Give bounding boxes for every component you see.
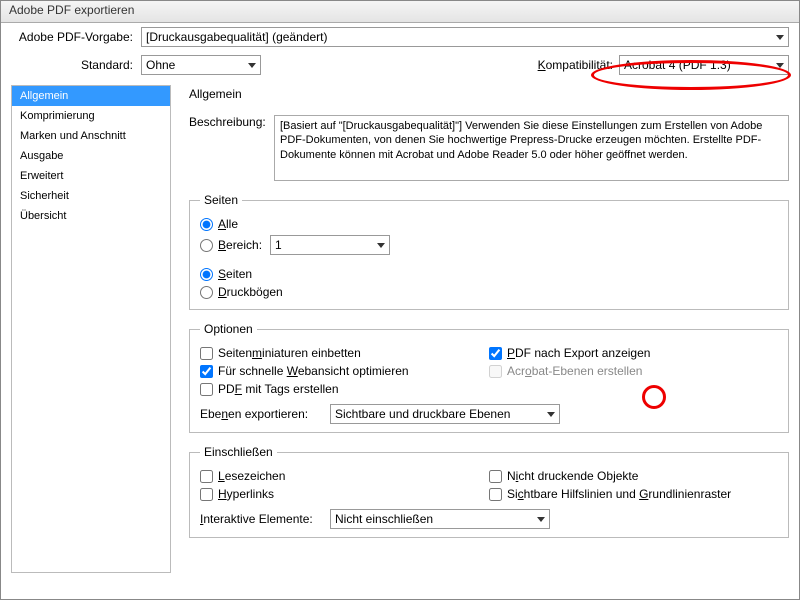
range-combo[interactable]: 1 [270,235,390,255]
chk-acro-layers [489,365,502,378]
compat-label: Kompatibilität: [538,58,619,72]
radio-pages[interactable] [200,268,213,281]
main-panel: Allgemein Beschreibung: [Basiert auf "[D… [171,85,789,573]
chk-nonprint[interactable] [489,470,502,483]
range-value: 1 [275,238,282,252]
preset-combo[interactable]: [Druckausgabequalität] (geändert) [141,27,789,47]
options-legend: Optionen [200,322,257,336]
preset-value: [Druckausgabequalität] (geändert) [146,30,327,44]
description-text[interactable]: [Basiert auf "[Druckausgabequalität]"] V… [274,115,789,181]
sidebar-item-allgemein[interactable]: Allgemein [12,86,170,106]
interactive-combo[interactable]: Nicht einschließen [330,509,550,529]
chevron-down-icon [377,243,385,248]
chevron-down-icon [248,63,256,68]
standard-value: Ohne [146,58,175,72]
preset-label: Adobe PDF-Vorgabe: [11,30,141,44]
layers-export-label: Ebenen exportieren: [200,407,330,421]
sidebar-item-komprimierung[interactable]: Komprimierung [12,106,170,126]
radio-pages-label[interactable]: Seiten [218,267,252,281]
chevron-down-icon [547,412,555,417]
compat-value: Acrobat 4 (PDF 1.3) [624,58,731,72]
chk-thumbs-label[interactable]: Seitenminiaturen einbetten [218,346,361,360]
sidebar-item-marken[interactable]: Marken und Anschnitt [12,126,170,146]
chk-thumbs[interactable] [200,347,213,360]
compat-combo[interactable]: Acrobat 4 (PDF 1.3) [619,55,789,75]
category-sidebar: Allgemein Komprimierung Marken und Ansch… [11,85,171,573]
chk-nonprint-label[interactable]: Nicht druckende Objekte [507,469,638,483]
chk-hyperlinks[interactable] [200,488,213,501]
sidebar-item-uebersicht[interactable]: Übersicht [12,206,170,226]
window-title: Adobe PDF exportieren [9,3,134,17]
panel-heading: Allgemein [189,87,789,101]
radio-range-label[interactable]: Bereich: [218,238,262,252]
pages-group: Seiten Alle Bereich: 1 Seiten [189,193,789,310]
description-label: Beschreibung: [189,115,274,181]
chk-fastweb[interactable] [200,365,213,378]
chk-acro-layers-label: Acrobat-Ebenen erstellen [507,364,642,378]
radio-all[interactable] [200,218,213,231]
chevron-down-icon [776,35,784,40]
include-legend: Einschließen [200,445,277,459]
chevron-down-icon [537,517,545,522]
chk-bookmarks-label[interactable]: Lesezeichen [218,469,285,483]
chk-bookmarks[interactable] [200,470,213,483]
standard-combo[interactable]: Ohne [141,55,261,75]
layers-export-combo[interactable]: Sichtbare und druckbare Ebenen [330,404,560,424]
radio-range[interactable] [200,239,213,252]
radio-all-label[interactable]: Alle [218,217,238,231]
layers-export-value: Sichtbare und druckbare Ebenen [335,407,510,421]
interactive-value: Nicht einschließen [335,512,433,526]
options-group: Optionen Seitenminiaturen einbetten Für … [189,322,789,433]
chk-fastweb-label[interactable]: Für schnelle Webansicht optimieren [218,364,409,378]
chevron-down-icon [776,63,784,68]
include-group: Einschließen Lesezeichen Hyperlinks Nich… [189,445,789,538]
radio-spreads[interactable] [200,286,213,299]
interactive-label: Interaktive Elemente: [200,512,330,526]
sidebar-item-sicherheit[interactable]: Sicherheit [12,186,170,206]
radio-spreads-label[interactable]: Druckbögen [218,285,283,299]
chk-guides-label[interactable]: Sichtbare Hilfslinien und Grundlinienras… [507,487,731,501]
sidebar-item-erweitert[interactable]: Erweitert [12,166,170,186]
pages-legend: Seiten [200,193,242,207]
export-pdf-dialog: Adobe PDF exportieren Adobe PDF-Vorgabe:… [0,0,800,600]
chk-view-after-label[interactable]: PDF nach Export anzeigen [507,346,650,360]
chk-tags[interactable] [200,383,213,396]
chk-hyperlinks-label[interactable]: Hyperlinks [218,487,274,501]
standard-label: Standard: [11,58,141,72]
chk-view-after[interactable] [489,347,502,360]
titlebar: Adobe PDF exportieren [1,1,799,23]
chk-tags-label[interactable]: PDF mit Tags erstellen [218,382,339,396]
chk-guides[interactable] [489,488,502,501]
sidebar-item-ausgabe[interactable]: Ausgabe [12,146,170,166]
